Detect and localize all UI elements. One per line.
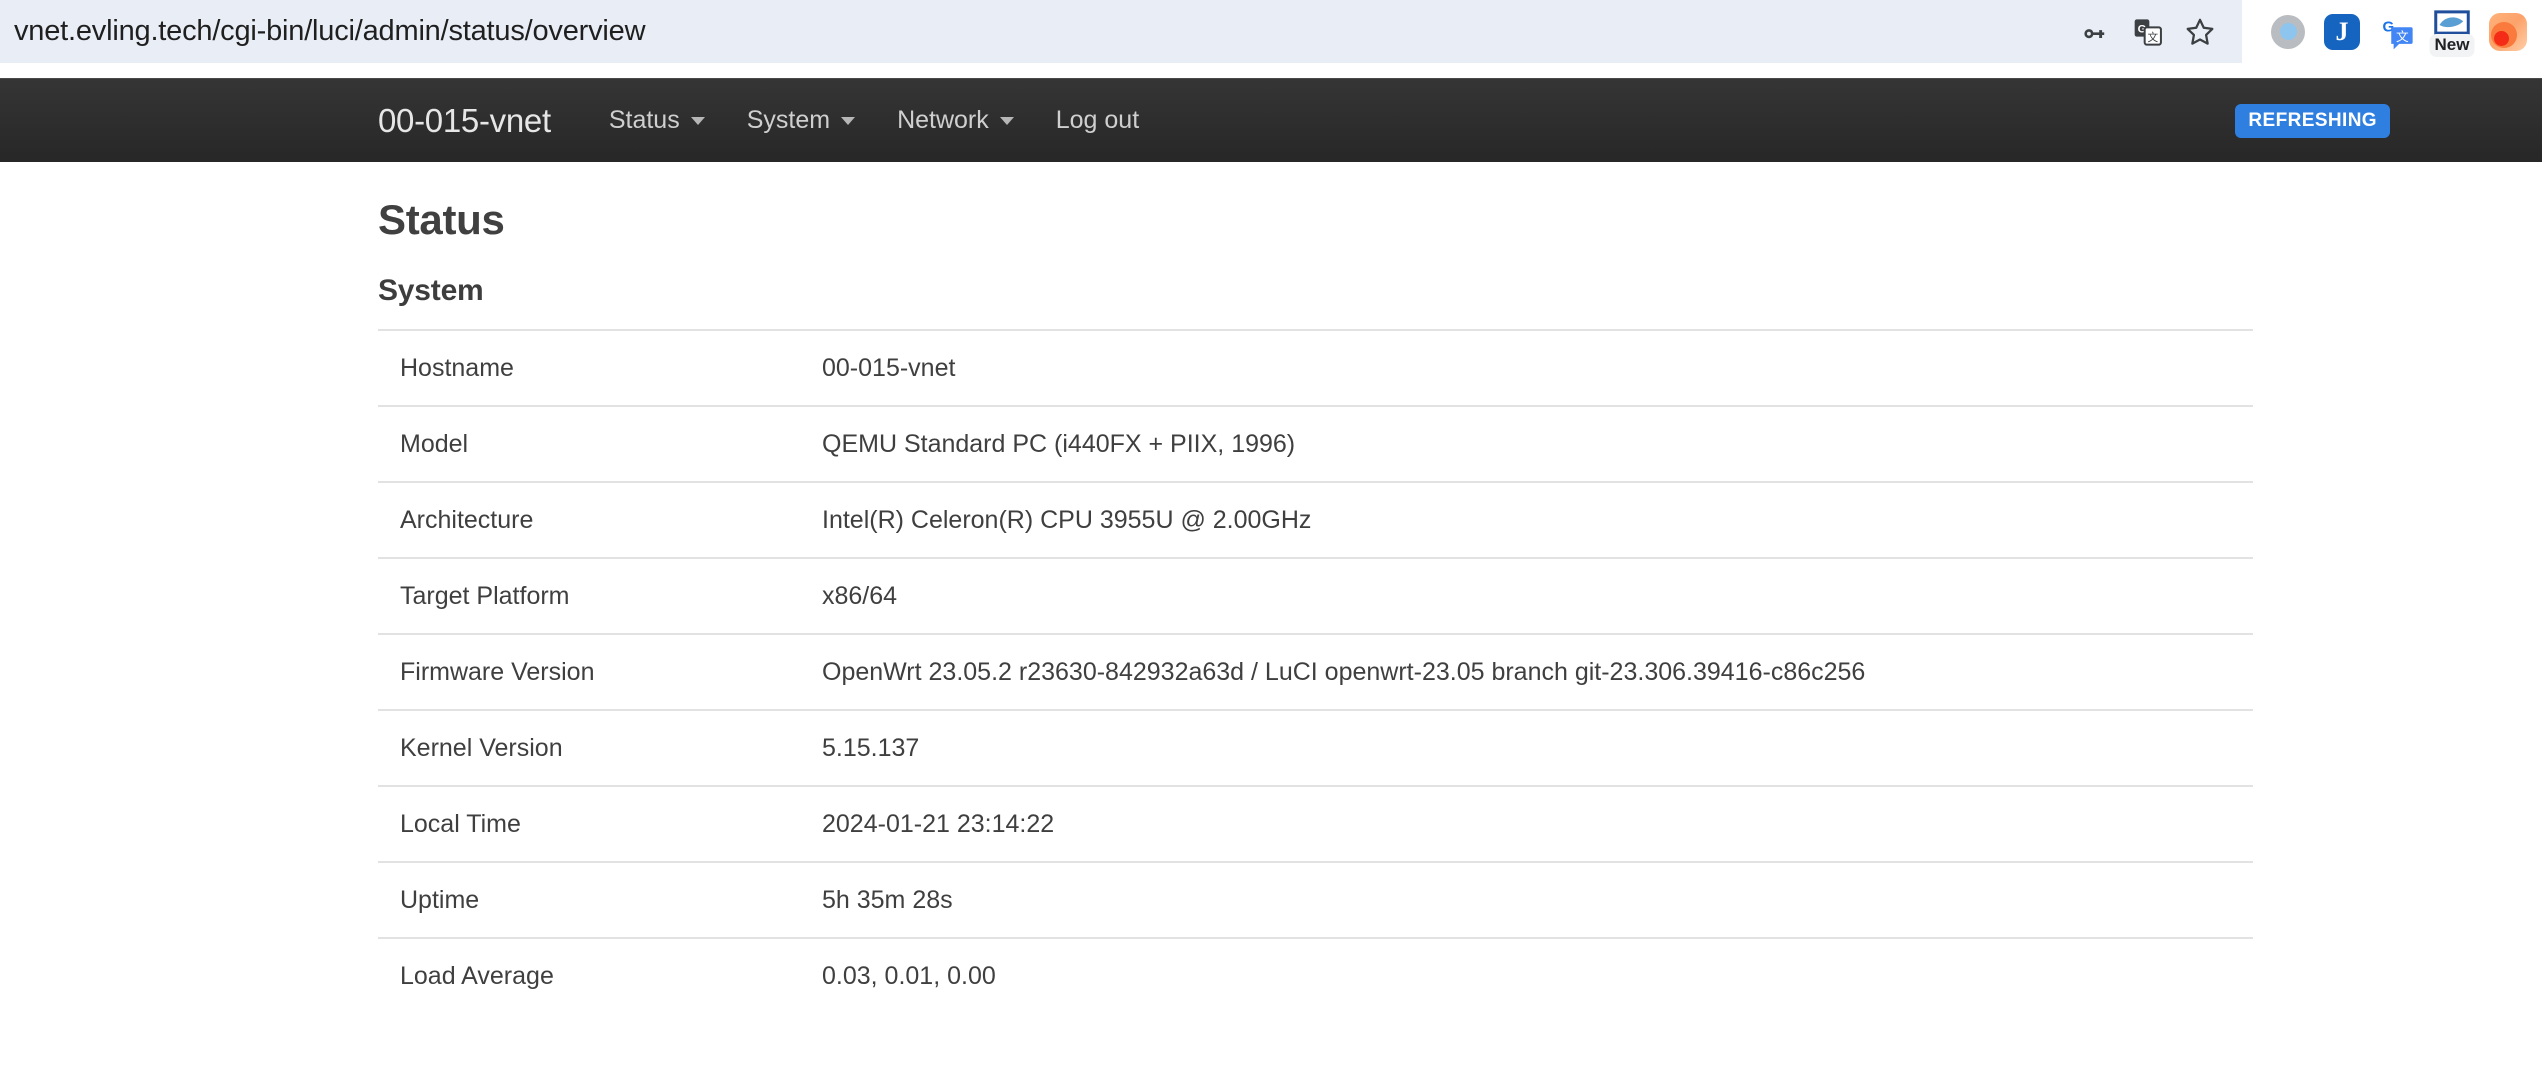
google-translate-extension-icon[interactable]: G 文 — [2376, 12, 2416, 52]
row-value: 5h 35m 28s — [810, 861, 2253, 938]
table-row: Kernel Version 5.15.137 — [378, 709, 2253, 786]
row-value: x86/64 — [810, 557, 2253, 634]
row-label: Architecture — [378, 481, 810, 558]
row-value: QEMU Standard PC (i440FX + PIIX, 1996) — [810, 405, 2253, 482]
rss-extension-icon[interactable] — [2488, 12, 2528, 52]
page-title: Status — [378, 196, 505, 243]
new-extension-badge-label: New — [2429, 34, 2475, 57]
row-value: 00-015-vnet — [810, 329, 2253, 406]
nav-menu-logout[interactable]: Log out — [1056, 106, 1139, 135]
navbar-brand-hostname[interactable]: 00-015-vnet — [378, 102, 551, 140]
nav-menu-network[interactable]: Network — [897, 106, 1014, 135]
nav-menu-network-label: Network — [897, 106, 989, 134]
row-label: Local Time — [378, 785, 810, 862]
row-label: Target Platform — [378, 557, 810, 634]
address-bar-url[interactable]: vnet.evling.tech/cgi-bin/luci/admin/stat… — [0, 15, 646, 48]
row-label: Hostname — [378, 329, 810, 406]
chevron-down-icon — [841, 116, 856, 125]
bookmark-star-icon[interactable] — [2174, 6, 2226, 58]
row-label: Model — [378, 405, 810, 482]
system-status-table: Hostname 00-015-vnet Model QEMU Standard… — [378, 329, 2253, 1014]
new-extension-icon[interactable]: New — [2429, 9, 2475, 57]
table-row: Architecture Intel(R) Celeron(R) CPU 395… — [378, 481, 2253, 558]
extension-icon-group: J G 文 New — [2242, 0, 2542, 63]
svg-text:文: 文 — [2396, 29, 2409, 43]
table-row: Firmware Version OpenWrt 23.05.2 r23630-… — [378, 633, 2253, 710]
chevron-down-icon — [690, 116, 705, 125]
row-label: Uptime — [378, 861, 810, 938]
table-row: Hostname 00-015-vnet — [378, 329, 2253, 406]
nav-menu-logout-label: Log out — [1055, 106, 1140, 134]
page-content: Status System Hostname 00-015-vnet Model… — [0, 162, 2542, 1014]
svg-text:文: 文 — [2147, 30, 2158, 43]
section-title-system: System — [378, 274, 484, 307]
browser-toolbar-right: G 文 J G 文 New — [2048, 0, 2542, 63]
system-status-table-body: Hostname 00-015-vnet Model QEMU Standard… — [378, 329, 2253, 1014]
password-key-icon[interactable] — [2070, 6, 2122, 58]
navbar-items: 00-015-vnet Status System Network Log ou… — [0, 102, 1181, 140]
profile-avatar-icon[interactable] — [2268, 12, 2308, 52]
jdownloader-extension-icon[interactable]: J — [2322, 12, 2362, 52]
chrome-content-gap — [0, 63, 2542, 78]
status-badge[interactable]: REFRESHING — [2235, 103, 2390, 138]
row-value: Intel(R) Celeron(R) CPU 3955U @ 2.00GHz — [810, 481, 2253, 558]
row-value: OpenWrt 23.05.2 r23630-842932a63d / LuCI… — [810, 633, 2253, 710]
row-value: 5.15.137 — [810, 709, 2253, 786]
row-value: 2024-01-21 23:14:22 — [810, 785, 2253, 862]
row-value: 0.03, 0.01, 0.00 — [810, 937, 2253, 1014]
table-row: Local Time 2024-01-21 23:14:22 — [378, 785, 2253, 862]
nav-menu-status[interactable]: Status — [609, 106, 705, 135]
browser-chrome: vnet.evling.tech/cgi-bin/luci/admin/stat… — [0, 0, 2542, 63]
table-row: Model QEMU Standard PC (i440FX + PIIX, 1… — [378, 405, 2253, 482]
translate-icon[interactable]: G 文 — [2122, 6, 2174, 58]
jdownloader-extension-letter: J — [2324, 13, 2360, 50]
nav-menu-status-label: Status — [608, 106, 680, 134]
table-row: Target Platform x86/64 — [378, 557, 2253, 634]
nav-menu-system-label: System — [746, 106, 831, 134]
table-row: Load Average 0.03, 0.01, 0.00 — [378, 937, 2253, 1014]
table-row: Uptime 5h 35m 28s — [378, 861, 2253, 938]
luci-navbar: 00-015-vnet Status System Network Log ou… — [0, 78, 2542, 162]
row-label: Load Average — [378, 937, 810, 1014]
nav-menu-system[interactable]: System — [746, 106, 856, 135]
chevron-down-icon — [999, 116, 1014, 125]
row-label: Kernel Version — [378, 709, 810, 786]
omnibox-action-group: G 文 — [2048, 0, 2242, 63]
row-label: Firmware Version — [378, 633, 810, 710]
